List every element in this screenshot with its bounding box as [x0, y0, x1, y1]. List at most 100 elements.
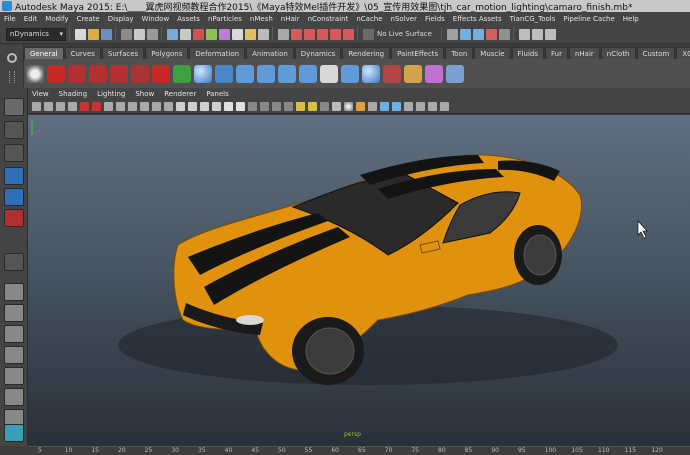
attribute-editor-icon[interactable]	[518, 28, 530, 40]
ipr-render-icon[interactable]	[472, 28, 484, 40]
grid-icon[interactable]	[104, 102, 113, 111]
mask-misc-icon[interactable]	[258, 28, 269, 40]
tab-rendering[interactable]: Rendering	[342, 47, 391, 59]
light-icon[interactable]	[356, 102, 365, 111]
live-surface-icon[interactable]	[363, 28, 374, 40]
mask-curve-icon[interactable]	[193, 28, 204, 40]
snap-view-plane-icon[interactable]	[317, 28, 328, 40]
menu-modify[interactable]: Modify	[45, 15, 68, 23]
mask-render-icon[interactable]	[245, 28, 256, 40]
layout-outliner-icon[interactable]	[4, 346, 24, 364]
wireframe-on-shaded-icon[interactable]	[200, 102, 209, 111]
isolate-select-icon[interactable]	[296, 102, 305, 111]
textured-icon[interactable]	[212, 102, 221, 111]
wireframe-icon[interactable]	[176, 102, 185, 111]
green-arrow-icon[interactable]	[173, 64, 191, 83]
panel-menu-view[interactable]: View	[32, 90, 49, 98]
layout-graph-icon[interactable]	[4, 367, 24, 385]
nucleus-icon[interactable]	[110, 64, 128, 83]
snap-grid-icon[interactable]	[278, 28, 289, 40]
menu-display[interactable]: Display	[108, 15, 134, 23]
gamma-icon[interactable]	[416, 102, 425, 111]
cube-rotate-icon[interactable]	[341, 64, 359, 83]
tab-polygons[interactable]: Polygons	[145, 47, 189, 59]
tab-deformation[interactable]: Deformation	[189, 47, 246, 59]
emitter-icon[interactable]	[89, 64, 107, 83]
camera-attributes-icon[interactable]	[44, 102, 53, 111]
gate-mask-icon[interactable]	[140, 102, 149, 111]
mask-surface-icon[interactable]	[206, 28, 217, 40]
perspective-viewport[interactable]: persp	[28, 115, 690, 446]
menu-nmesh[interactable]: nMesh	[250, 15, 273, 23]
lasso-tool-icon[interactable]	[4, 121, 24, 139]
cubes-grid-icon[interactable]	[257, 64, 275, 83]
menu-nsolver[interactable]: nSolver	[391, 15, 417, 23]
panel-menu-show[interactable]: Show	[135, 90, 154, 98]
select-object-icon[interactable]	[134, 28, 145, 40]
tab-painteffects[interactable]: PaintEffects	[391, 47, 445, 59]
tab-nhair[interactable]: nHair	[568, 47, 600, 59]
playblast-icon[interactable]	[392, 102, 401, 111]
film-reel-icon[interactable]	[26, 64, 44, 83]
resolution-gate-icon[interactable]	[128, 102, 137, 111]
select-camera-icon[interactable]	[32, 102, 41, 111]
tab-general[interactable]: General	[24, 47, 64, 59]
home-icon[interactable]	[4, 424, 24, 442]
color-management-icon[interactable]	[428, 102, 437, 111]
select-component-icon[interactable]	[147, 28, 158, 40]
panel-menu-renderer[interactable]: Renderer	[164, 90, 196, 98]
menu-fields[interactable]: Fields	[425, 15, 445, 23]
image-plane-icon[interactable]	[68, 102, 77, 111]
menu-create[interactable]: Create	[76, 15, 99, 23]
xray-joints-icon[interactable]	[320, 102, 329, 111]
shadows-icon[interactable]	[236, 102, 245, 111]
mask-deform-icon[interactable]	[219, 28, 230, 40]
menu-ncache[interactable]: nCache	[356, 15, 382, 23]
tab-ncloth[interactable]: nCloth	[600, 47, 636, 59]
save-scene-icon[interactable]	[101, 28, 112, 40]
menu-nhair[interactable]: nHair	[281, 15, 300, 23]
lattice-icon[interactable]	[425, 64, 443, 83]
nparticle-icon[interactable]	[68, 64, 86, 83]
cache-box-icon[interactable]	[383, 64, 401, 83]
hypershade-icon[interactable]	[498, 28, 510, 40]
menu-effects-assets[interactable]: Effects Assets	[453, 15, 502, 23]
menu-pipeline-cache[interactable]: Pipeline Cache	[563, 15, 614, 23]
channel-box-icon[interactable]	[544, 28, 556, 40]
exposure-icon[interactable]	[404, 102, 413, 111]
scale-tool-icon[interactable]	[4, 209, 24, 227]
rotate-tool-icon[interactable]	[4, 188, 24, 206]
film-gate-icon[interactable]	[116, 102, 125, 111]
mask-handle-icon[interactable]	[167, 28, 178, 40]
move-tool-icon[interactable]	[4, 167, 24, 185]
smooth-shade-icon[interactable]	[188, 102, 197, 111]
mask-joint-icon[interactable]	[180, 28, 191, 40]
motion-blur-icon[interactable]	[260, 102, 269, 111]
shelf-grip-icon[interactable]	[9, 71, 15, 83]
time-slider[interactable]: 5 10 15 20 25 30 35 40 45 50 55 60 65 70 75 80 85 90 95 100…	[28, 446, 690, 455]
render-view-icon[interactable]	[380, 102, 389, 111]
bookmark-icon[interactable]	[56, 102, 65, 111]
panel-menu-lighting[interactable]: Lighting	[97, 90, 125, 98]
sphere-icon[interactable]	[194, 64, 212, 83]
cubes-icon[interactable]	[236, 64, 254, 83]
menu-set-dropdown[interactable]: nDynamics ▾	[6, 27, 66, 41]
ncloth-icon[interactable]	[131, 64, 149, 83]
menu-nconstraint[interactable]: nConstraint	[308, 15, 349, 23]
safe-action-icon[interactable]	[164, 102, 173, 111]
paint-select-tool-icon[interactable]	[4, 144, 24, 162]
render-current-frame-icon[interactable]	[459, 28, 471, 40]
render-settings-icon[interactable]	[485, 28, 497, 40]
field-chart-icon[interactable]	[152, 102, 161, 111]
menu-help[interactable]: Help	[623, 15, 639, 23]
panel-menu-panels[interactable]: Panels	[206, 90, 229, 98]
panel-menu-shading[interactable]: Shading	[59, 90, 87, 98]
tab-surfaces[interactable]: Surfaces	[101, 47, 145, 59]
grease-pencil-icon[interactable]	[92, 102, 101, 111]
select-tool-icon[interactable]	[4, 98, 24, 116]
tab-xgen[interactable]: XGen	[676, 47, 690, 59]
layout-hypershade-icon[interactable]	[4, 388, 24, 406]
layout-side-by-side-icon[interactable]	[4, 325, 24, 343]
cube-stack-icon[interactable]	[278, 64, 296, 83]
manipulator-tool-icon[interactable]	[4, 253, 24, 271]
